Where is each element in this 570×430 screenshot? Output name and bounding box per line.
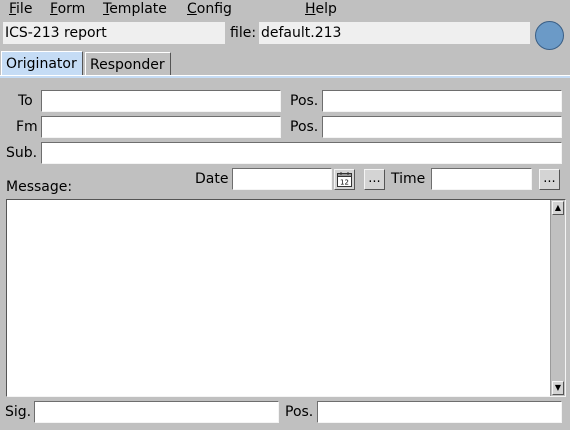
calendar-icon: 12 [337, 172, 352, 187]
date-input[interactable] [232, 168, 332, 190]
tab-originator-label: Originator [6, 56, 77, 72]
tab-responder[interactable]: Responder [85, 52, 171, 77]
time-input[interactable] [431, 168, 532, 190]
tab-originator[interactable]: Originator [1, 51, 83, 76]
from-label: Fm [16, 119, 38, 135]
from-pos-input[interactable] [322, 116, 562, 138]
time-picker-button[interactable]: ... [539, 169, 560, 190]
file-name-field: default.213 [259, 22, 530, 44]
menu-config[interactable]: Config [187, 1, 232, 18]
to-pos-label: Pos. [290, 93, 319, 109]
to-pos-input[interactable] [322, 90, 562, 112]
menu-help-mnemonic: H [305, 1, 316, 17]
menu-form-label: orm [57, 1, 86, 17]
menu-form[interactable]: Form [50, 1, 85, 18]
menu-form-mnemonic: F [50, 1, 58, 17]
status-indicator-light [535, 21, 564, 50]
signature-pos-input[interactable] [317, 401, 562, 423]
menu-file-label: ile [16, 1, 33, 17]
file-label: file: [230, 25, 257, 41]
menu-help[interactable]: Help [305, 1, 337, 18]
scroll-down-arrow-icon[interactable]: ▼ [552, 381, 564, 395]
subject-input[interactable] [41, 142, 562, 164]
scroll-up-arrow-icon[interactable]: ▲ [552, 201, 564, 215]
tab-responder-label: Responder [90, 57, 165, 73]
from-pos-label: Pos. [290, 119, 319, 135]
to-label: To [18, 93, 33, 109]
message-scrollbar[interactable]: ▲ ▼ [550, 200, 565, 396]
message-label: Message: [6, 179, 73, 195]
date-picker-button[interactable]: ... [364, 169, 385, 190]
subject-label: Sub. [6, 145, 38, 161]
calendar-icon-text: 12 [340, 179, 349, 187]
menu-help-label: elp [315, 1, 337, 17]
menu-file[interactable]: File [9, 1, 32, 18]
to-input[interactable] [41, 90, 281, 112]
menu-template-label: emplate [109, 1, 167, 17]
menu-file-mnemonic: F [9, 1, 17, 17]
menu-bar: File Form Template Config Help [0, 0, 570, 19]
form-title-field: ICS-213 report [3, 22, 225, 44]
menu-template[interactable]: Template [103, 1, 167, 18]
message-textarea[interactable]: ▲ ▼ [6, 199, 566, 397]
from-input[interactable] [41, 116, 281, 138]
calendar-button[interactable]: 12 [334, 169, 355, 190]
tab-panel-border [0, 75, 570, 78]
signature-label: Sig. [5, 404, 32, 420]
menu-config-mnemonic: C [187, 1, 197, 17]
signature-input[interactable] [34, 401, 279, 423]
signature-pos-label: Pos. [285, 404, 314, 420]
menu-config-label: onfig [196, 1, 232, 17]
time-label: Time [391, 171, 426, 187]
date-label: Date [195, 171, 229, 187]
